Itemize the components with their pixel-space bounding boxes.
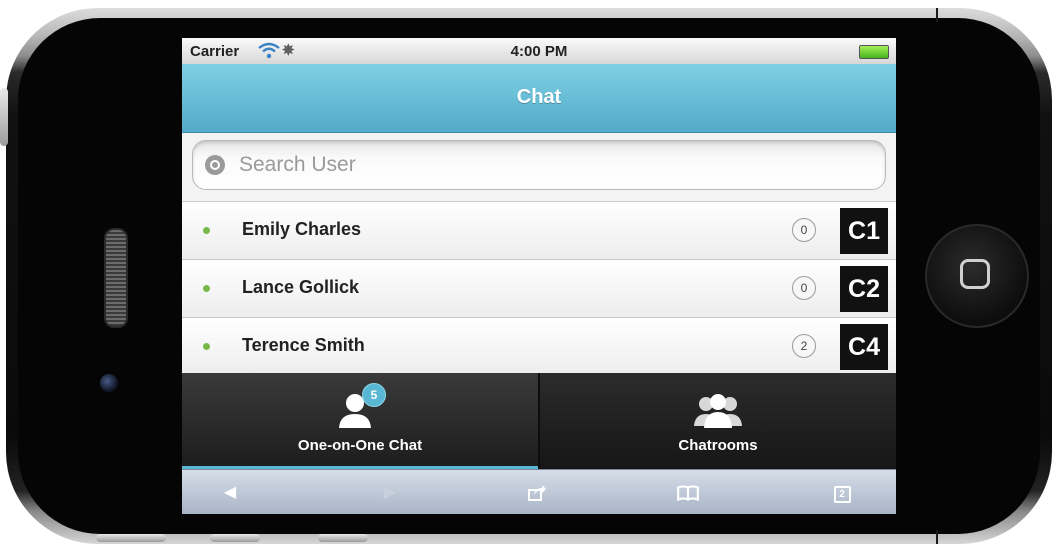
tab-one-on-one-chat[interactable]: 5 One-on-One Chat	[182, 373, 538, 469]
message-count-badge: 0	[792, 218, 816, 242]
forward-arrow-icon[interactable]: ▶	[380, 483, 400, 503]
antenna-line	[936, 530, 938, 544]
message-count-badge: 0	[792, 276, 816, 300]
user-row[interactable]: Lance Gollick 0 C2	[182, 260, 896, 318]
tab-chatrooms[interactable]: Chatrooms	[540, 373, 896, 469]
mute-switch	[0, 88, 8, 146]
home-square-icon	[960, 259, 990, 289]
search-icon	[205, 155, 225, 175]
tab-bar: 5 One-on-One Chat Chatrooms	[182, 373, 896, 469]
volume-button	[210, 534, 260, 542]
home-button[interactable]	[925, 224, 1029, 328]
antenna-line	[936, 8, 938, 22]
tabs-icon[interactable]: 2	[832, 483, 852, 503]
user-code: C2	[840, 266, 888, 312]
user-code: C4	[840, 324, 888, 370]
browser-toolbar: ◀ ▶ 2	[182, 469, 896, 514]
unread-badge: 5	[362, 383, 386, 407]
search-placeholder: Search User	[239, 153, 356, 176]
online-status-icon	[203, 285, 210, 292]
tab-label: Chatrooms	[678, 437, 758, 454]
user-row[interactable]: Terence Smith 2 C4	[182, 318, 896, 376]
clock: 4:00 PM	[510, 43, 568, 60]
user-list: Emily Charles 0 C1 Lance Gollick 0 C2 Te…	[182, 202, 896, 376]
tabs-count: 2	[833, 486, 851, 503]
volume-button	[318, 534, 368, 542]
search-input[interactable]: Search User	[192, 140, 886, 190]
earpiece-speaker	[104, 228, 128, 328]
status-bar: Carrier ✵ 4:00 PM	[182, 38, 896, 64]
volume-button	[96, 534, 166, 542]
battery-icon	[859, 45, 889, 59]
user-name: Emily Charles	[242, 219, 362, 239]
message-count-badge: 2	[792, 334, 816, 358]
user-name: Terence Smith	[242, 335, 365, 355]
page-title: Chat	[516, 86, 562, 108]
search-area: Search User	[182, 133, 896, 202]
front-camera	[100, 374, 118, 392]
user-code: C1	[840, 208, 888, 254]
screen: Carrier ✵ 4:00 PM Chat Search User Emily…	[182, 38, 896, 514]
user-name: Lance Gollick	[242, 277, 360, 297]
user-row[interactable]: Emily Charles 0 C1	[182, 202, 896, 260]
online-status-icon	[203, 343, 210, 350]
back-arrow-icon[interactable]: ◀	[220, 483, 240, 503]
group-icon	[694, 394, 742, 428]
bookmarks-icon[interactable]	[676, 483, 700, 503]
header-bar: Chat	[182, 64, 896, 133]
tab-label: One-on-One Chat	[297, 437, 423, 454]
share-icon[interactable]	[527, 483, 547, 503]
online-status-icon	[203, 227, 210, 234]
